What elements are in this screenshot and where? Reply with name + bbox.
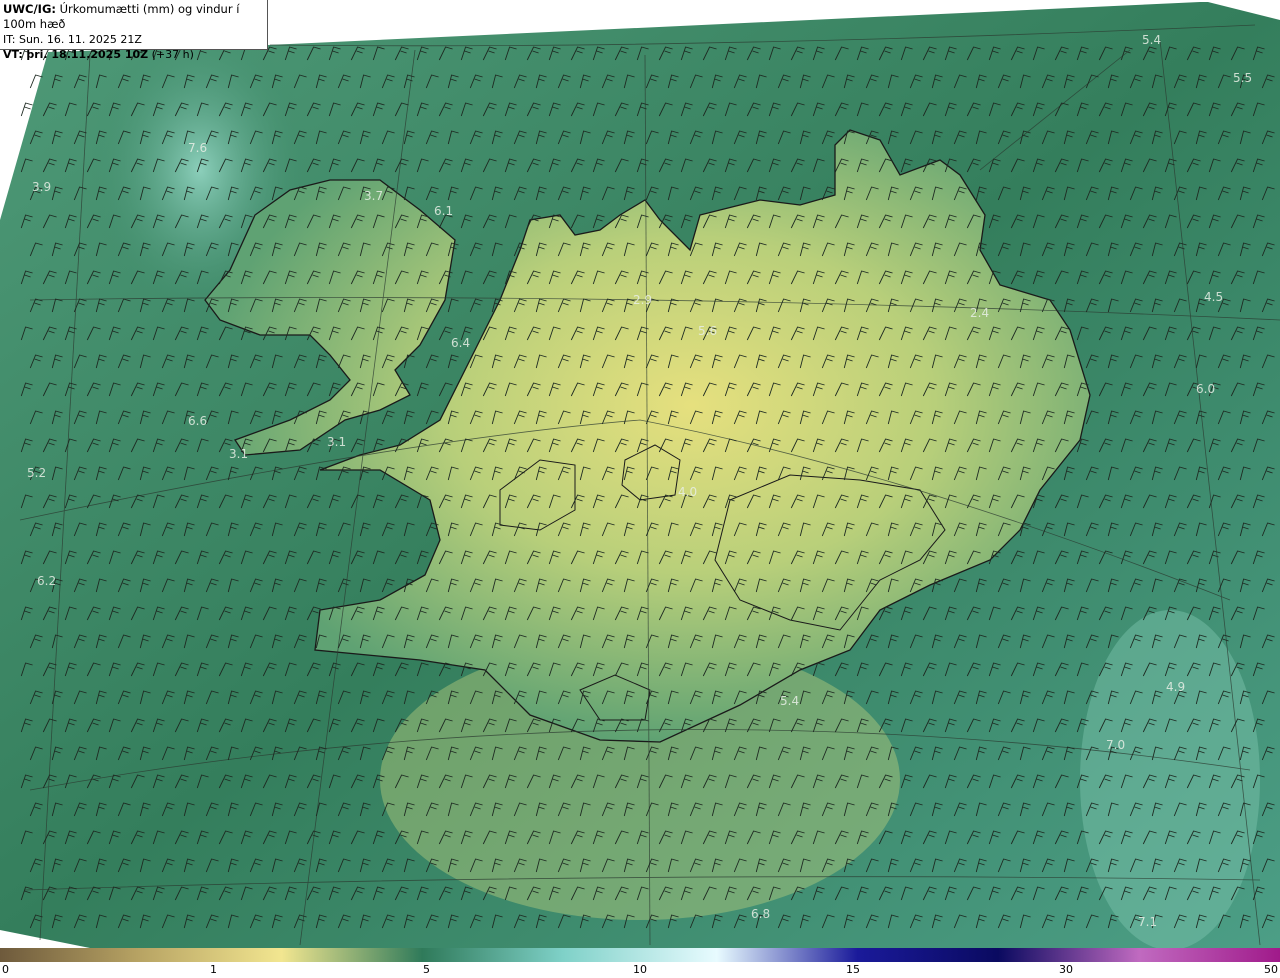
map-value: 7.0 xyxy=(1106,738,1125,752)
map-value: 4.5 xyxy=(1204,290,1223,304)
map-value: 5.5 xyxy=(1233,71,1252,85)
model-label: UWC/IG: xyxy=(3,2,56,16)
header-title-line: UWC/IG: Úrkomumætti (mm) og vindur í 100… xyxy=(3,2,264,32)
valid-time: þri. 18.11.2025 10Z xyxy=(26,48,149,61)
colorbar-tick: 30 xyxy=(1059,963,1073,976)
colorbar-tick: 1 xyxy=(210,963,217,976)
map-value: 6.1 xyxy=(434,204,453,218)
colorbar-tick: 10 xyxy=(633,963,647,976)
map-header: UWC/IG: Úrkomumætti (mm) og vindur í 100… xyxy=(0,0,268,61)
map-value: 6.2 xyxy=(37,574,56,588)
colorbar-ticks: 0 1 5 10 15 30 50 xyxy=(0,962,1280,978)
colorbar-tick: 15 xyxy=(846,963,860,976)
colorbar-tick: 5 xyxy=(423,963,430,976)
colorbar-tick: 0 xyxy=(2,963,9,976)
lead-time: (+37 h) xyxy=(151,48,194,61)
map-value: 6.8 xyxy=(751,907,770,921)
map-value: 5.4 xyxy=(780,694,799,708)
colorbar-tick: 50 xyxy=(1264,963,1278,976)
map-value: 6.4 xyxy=(451,336,470,350)
map-value: 7.1 xyxy=(1138,915,1157,929)
map-value: 7.6 xyxy=(188,141,207,155)
precipitation-wind-map: 5.4 5.5 7.6 3.9 3.7 6.1 2.9 5.6 2.4 4.5 … xyxy=(0,0,1280,948)
colorbar xyxy=(0,948,1280,962)
map-value: 2.4 xyxy=(970,306,989,320)
map-value: 3.1 xyxy=(327,435,346,449)
valid-label: VT: xyxy=(3,48,23,61)
initial-time: IT: Sun. 16. 11. 2025 21Z xyxy=(3,33,142,46)
map-value: 3.1 xyxy=(229,447,248,461)
map-value: 2.9 xyxy=(633,293,652,307)
map-value: 5.2 xyxy=(27,466,46,480)
map-value: 4.9 xyxy=(1166,680,1185,694)
map-value: 3.7 xyxy=(364,189,383,203)
map-value: 5.4 xyxy=(1142,33,1161,47)
map-value: 4.0 xyxy=(678,485,697,499)
map-value: 6.6 xyxy=(188,414,207,428)
map-value: 5.6 xyxy=(698,324,717,338)
map-value: 6.0 xyxy=(1196,382,1215,396)
valid-time-line: VT: þri. 18.11.2025 10Z (+37 h) xyxy=(3,47,264,62)
map-value: 3.9 xyxy=(32,180,51,194)
